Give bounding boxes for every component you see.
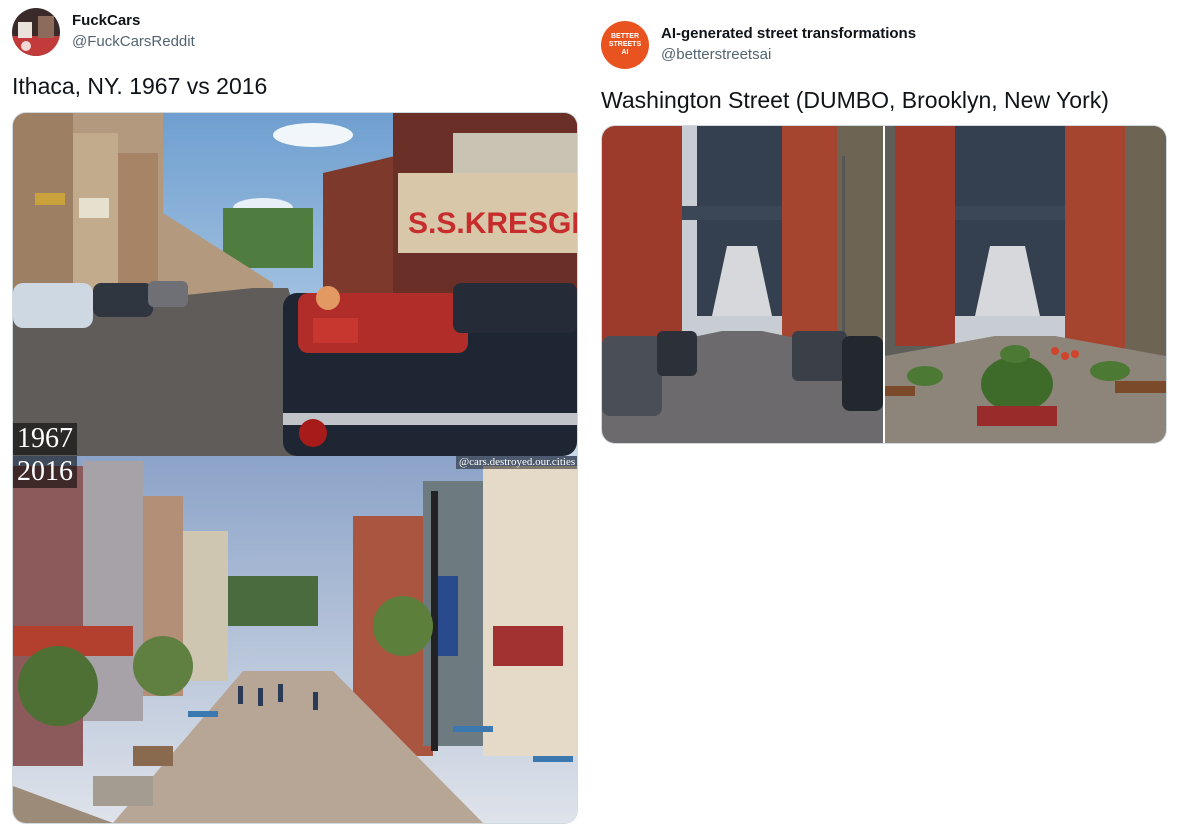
tweet-text: Washington Street (DUMBO, Brooklyn, New … — [601, 87, 1109, 113]
tweet-media-dumbo[interactable] — [601, 125, 1167, 444]
photo-current-street — [602, 126, 883, 443]
fuckcars-avatar[interactable] — [12, 8, 60, 56]
photo-1967: S.S.KRESGE CO. 1967 — [13, 113, 577, 456]
author-name[interactable]: AI-generated street transformations — [661, 25, 916, 42]
kresge-sign: S.S.KRESGE CO. — [408, 207, 577, 240]
tweet-text: Ithaca, NY. 1967 vs 2016 — [12, 73, 268, 99]
author-handle[interactable]: @FuckCarsReddit — [72, 33, 195, 50]
avatar-text-line-3: AI — [621, 49, 629, 56]
photo-credit: @cars.destroyed.our.cities — [456, 456, 577, 469]
photo-2016: 2016 @cars.destroyed.our.cities — [13, 456, 577, 823]
avatar-text-line-1: BETTER — [611, 33, 639, 40]
year-label-2016: 2016 — [13, 456, 77, 488]
author-handle[interactable]: @betterstreetsai — [661, 46, 771, 63]
author-name[interactable]: FuckCars — [72, 12, 140, 29]
betterstreetsai-avatar[interactable]: BETTER STREETS AI — [601, 21, 649, 69]
tweet-media-ithaca[interactable]: S.S.KRESGE CO. 1967 — [12, 112, 578, 824]
avatar-text-line-2: STREETS — [608, 41, 642, 48]
photo-transformed-street — [885, 126, 1166, 443]
year-label-1967: 1967 — [13, 423, 77, 455]
